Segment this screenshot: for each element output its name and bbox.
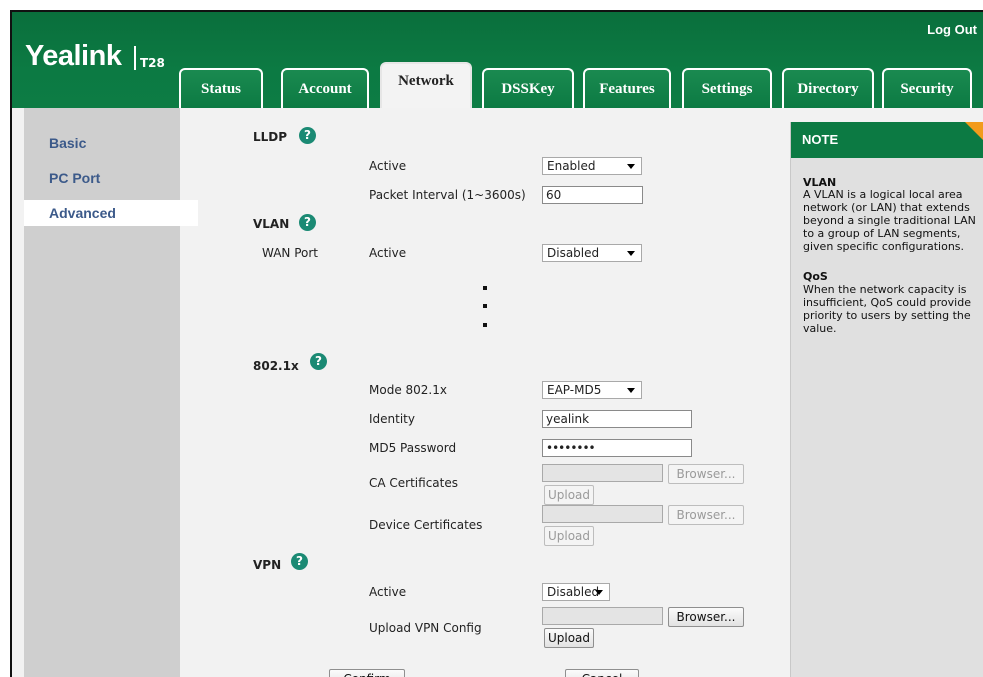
vpn-upload-button[interactable]: Upload [544, 628, 594, 648]
dot1x-mode-value: EAP-MD5 [547, 383, 602, 397]
dot1x-device-label: Device Certificates [369, 518, 483, 532]
vpn-title: VPN [253, 558, 282, 572]
chevron-down-icon [595, 590, 603, 595]
note-vlan-text: A VLAN is a logical local area network (… [803, 188, 976, 253]
note-title: NOTE [791, 122, 983, 158]
tab-settings[interactable]: Settings [682, 68, 772, 108]
logout-link[interactable]: Log Out [927, 22, 977, 37]
sidebar-item-pc-port[interactable]: PC Port [24, 165, 198, 191]
vpn-active-label: Active [369, 585, 407, 599]
tab-directory[interactable]: Directory [782, 68, 874, 108]
vlan-active-label: Active [369, 246, 407, 260]
dot1x-identity-label: Identity [369, 412, 415, 426]
dot1x-ca-file-field [542, 464, 663, 482]
vpn-active-value: Disabled [547, 585, 600, 599]
chevron-down-icon [627, 388, 635, 393]
vlan-wan-port-label: WAN Port [262, 246, 318, 260]
dot1x-password-label: MD5 Password [369, 441, 457, 455]
dot1x-identity-input[interactable]: yealink [542, 410, 692, 428]
vpn-help-icon[interactable]: ? [291, 553, 308, 570]
dot1x-ca-label: CA Certificates [369, 476, 458, 490]
vpn-config-label: Upload VPN Config [369, 621, 482, 635]
chevron-down-icon [627, 251, 635, 256]
note-panel: NOTE VLAN A VLAN is a logical local area… [790, 122, 983, 677]
lldp-help-icon[interactable]: ? [299, 127, 316, 144]
tab-security[interactable]: Security [882, 68, 972, 108]
tab-features[interactable]: Features [583, 68, 671, 108]
dot1x-password-input[interactable]: •••••••• [542, 439, 692, 457]
browser-page: Yealink T28 Log Out Status Account Netwo… [10, 10, 983, 677]
tab-network[interactable]: Network [380, 62, 472, 108]
header-bar: Yealink T28 Log Out Status Account Netwo… [12, 12, 983, 108]
lldp-active-select[interactable]: Enabled [542, 157, 642, 175]
note-qos-title: QoS [803, 270, 828, 283]
confirm-button[interactable]: Confirm [329, 669, 405, 677]
lldp-interval-label: Packet Interval (1~3600s) [369, 188, 526, 202]
vlan-title: VLAN [253, 217, 290, 231]
model-label: T28 [140, 56, 165, 70]
lldp-active-value: Enabled [547, 159, 596, 173]
tab-account[interactable]: Account [281, 68, 369, 108]
vlan-active-select[interactable]: Disabled [542, 244, 642, 262]
vpn-browse-button[interactable]: Browser... [668, 607, 744, 627]
dot1x-ca-browse-button[interactable]: Browser... [668, 464, 744, 484]
note-qos-text: When the network capacity is insufficien… [803, 283, 971, 335]
lldp-active-label: Active [369, 159, 407, 173]
tab-status[interactable]: Status [179, 68, 263, 108]
dot1x-device-upload-button[interactable]: Upload [544, 526, 594, 546]
tab-dsskey[interactable]: DSSKey [482, 68, 574, 108]
main-content: Basic PC Port Advanced LLDP ? Active Ena… [12, 108, 983, 677]
yealink-logo: Yealink [25, 40, 122, 72]
cancel-button[interactable]: Cancel [565, 669, 639, 677]
omitted-dot [483, 304, 487, 308]
logo-divider [134, 46, 136, 70]
dot1x-ca-upload-button[interactable]: Upload [544, 485, 594, 505]
vlan-help-icon[interactable]: ? [299, 214, 316, 231]
vlan-active-value: Disabled [547, 246, 600, 260]
dot1x-device-browse-button[interactable]: Browser... [668, 505, 744, 525]
dot1x-mode-label: Mode 802.1x [369, 383, 447, 397]
dot1x-help-icon[interactable]: ? [310, 353, 327, 370]
lldp-interval-input[interactable]: 60 [542, 186, 643, 204]
omitted-dot [483, 286, 487, 290]
dot1x-title: 802.1x [253, 359, 299, 373]
lldp-title: LLDP [253, 130, 288, 144]
vpn-config-file-field [542, 607, 663, 625]
dot1x-device-file-field [542, 505, 663, 523]
vpn-active-select[interactable]: Disabled [542, 583, 610, 601]
chevron-down-icon [627, 164, 635, 169]
omitted-dot [483, 323, 487, 327]
sidebar-item-basic[interactable]: Basic [24, 130, 198, 156]
sidebar: Basic PC Port Advanced [24, 108, 198, 677]
dot1x-mode-select[interactable]: EAP-MD5 [542, 381, 642, 399]
sidebar-item-advanced[interactable]: Advanced [24, 200, 198, 226]
note-corner-tab [965, 122, 983, 140]
